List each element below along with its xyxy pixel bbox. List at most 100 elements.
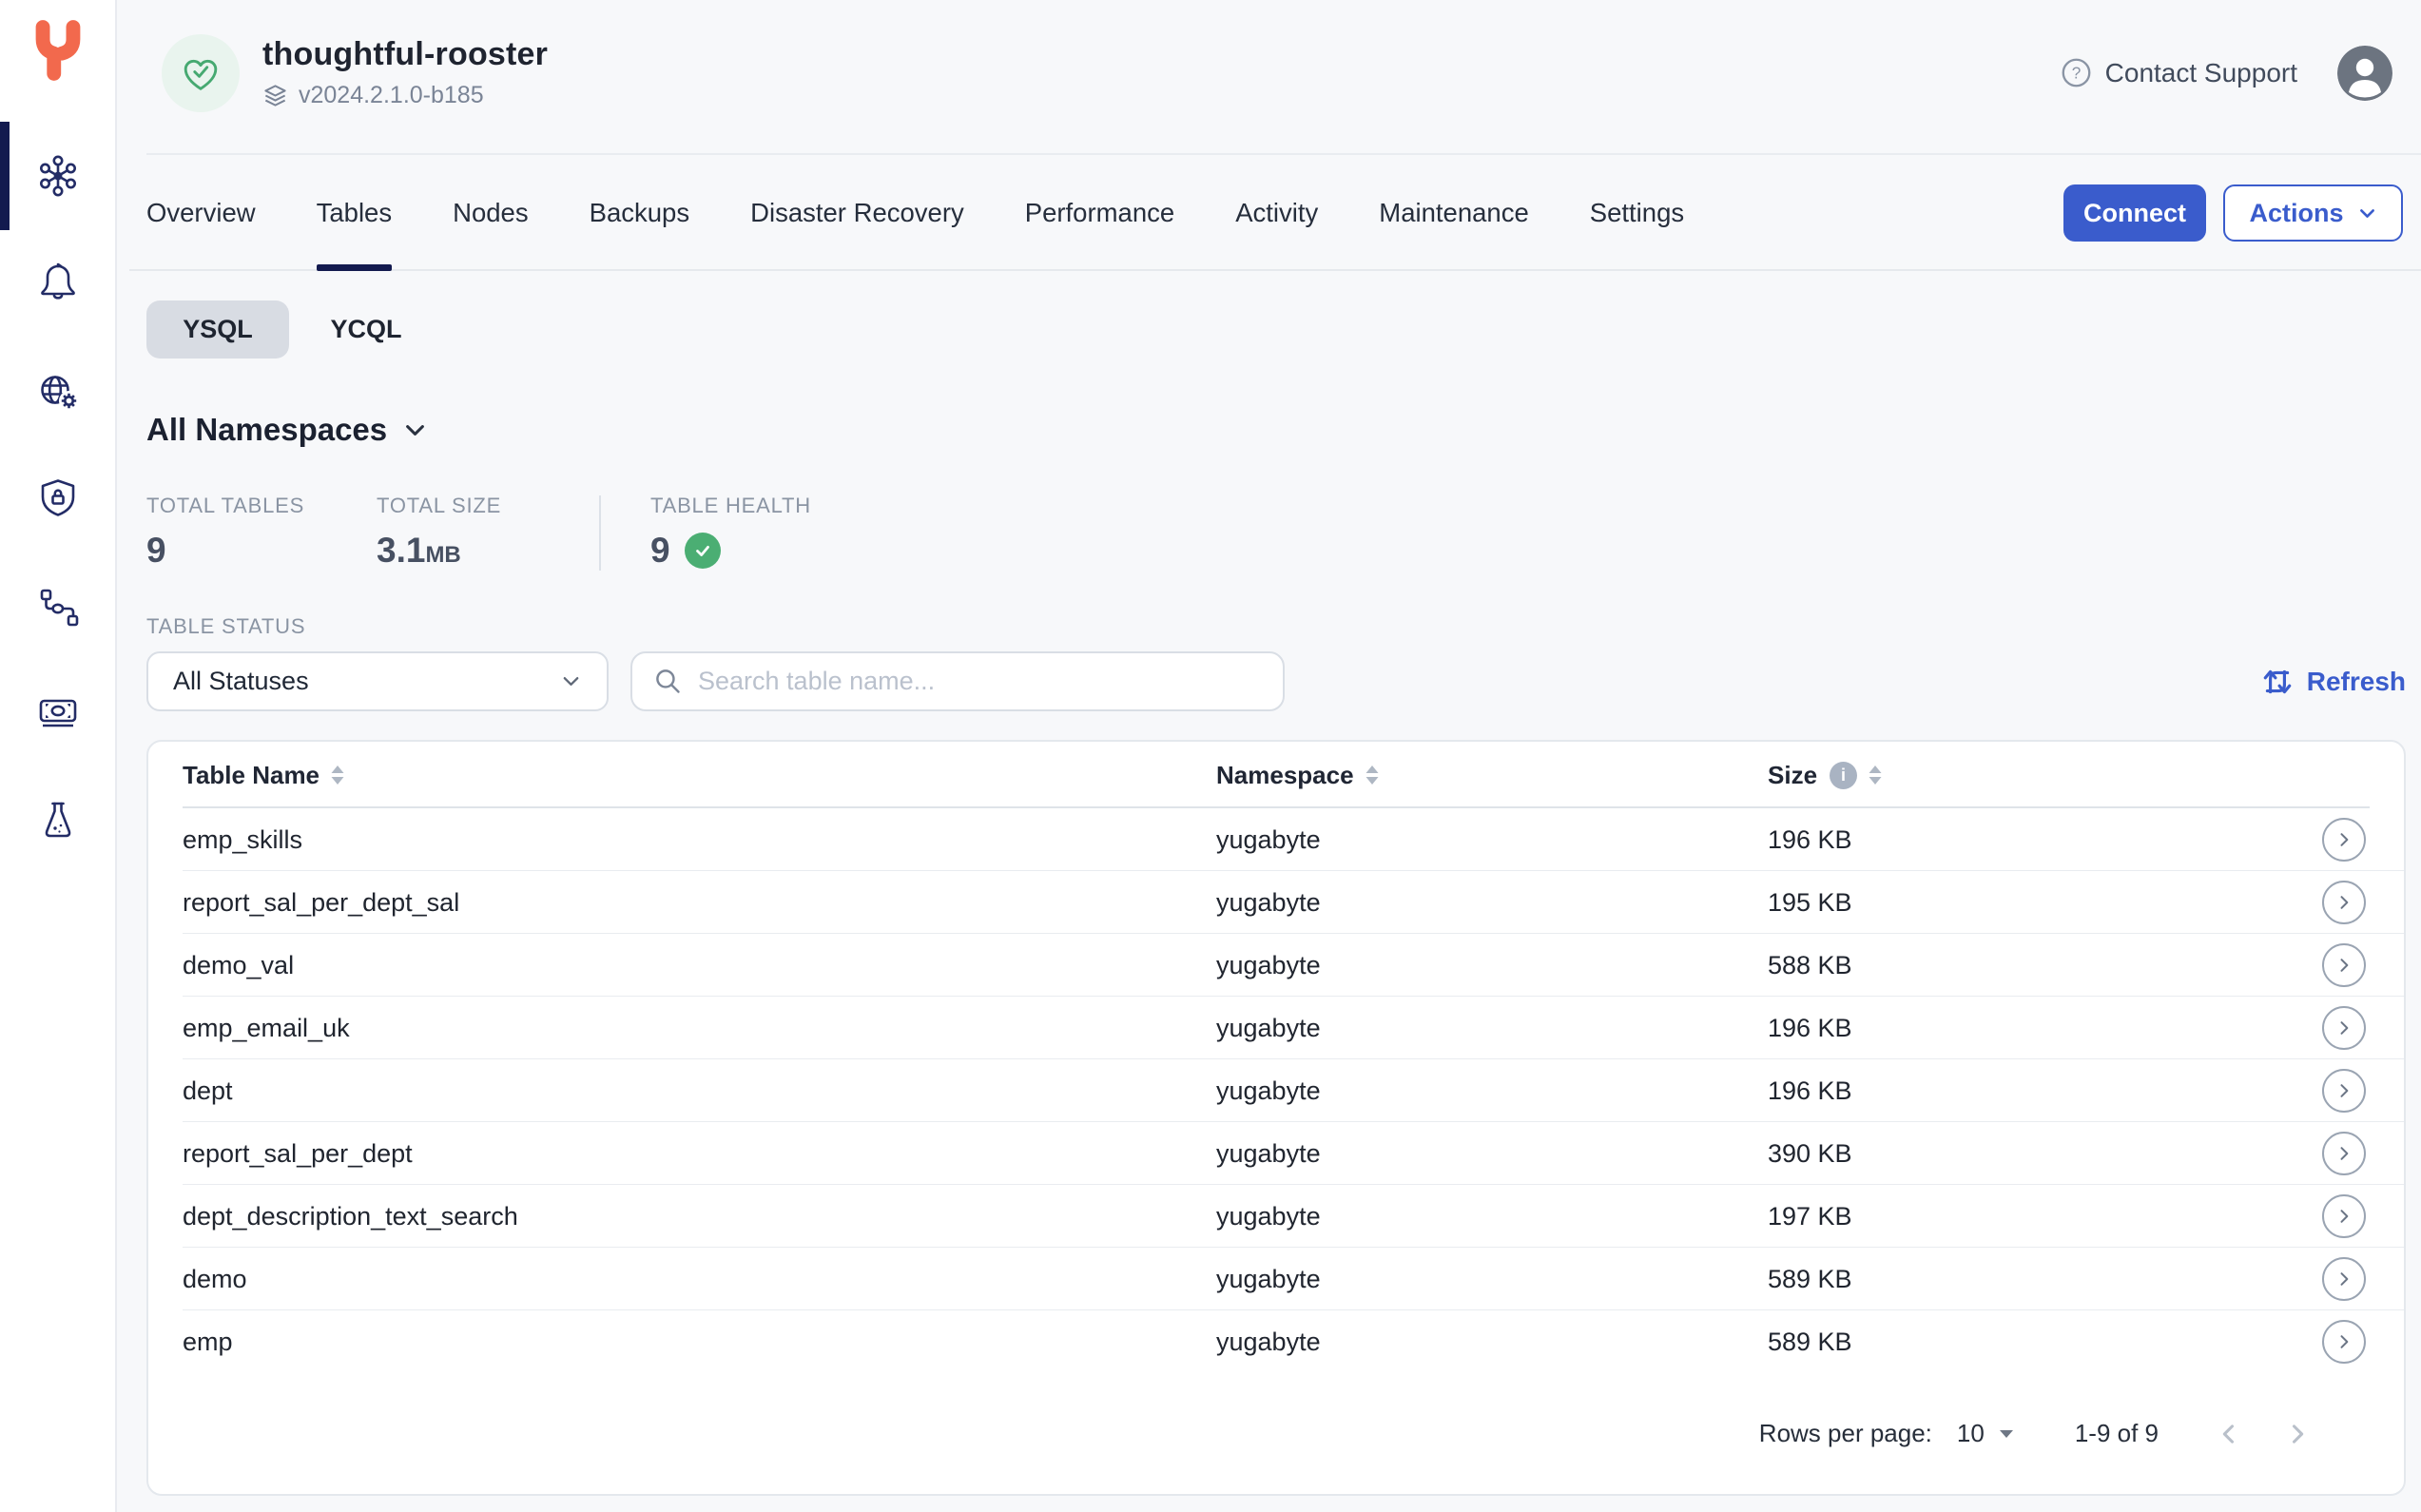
stat-total-tables: TOTAL TABLES 9 <box>146 494 377 571</box>
cell-table-name: report_sal_per_dept_sal <box>183 888 1216 918</box>
stat-value: 3.1MB <box>377 531 573 571</box>
sidebar <box>0 0 117 1512</box>
table-row[interactable]: dept yugabyte 196 KB <box>148 1059 2404 1122</box>
search-icon <box>653 667 683 696</box>
connect-button[interactable]: Connect <box>2063 184 2206 242</box>
toggle-ycql[interactable]: YCQL <box>295 300 437 359</box>
info-icon[interactable]: i <box>1830 762 1857 789</box>
cell-size: 588 KB <box>1768 951 2252 980</box>
table-row[interactable]: report_sal_per_dept yugabyte 390 KB <box>148 1122 2404 1185</box>
namespace-selector-label: All Namespaces <box>146 412 387 448</box>
topbar-right: ? Contact Support <box>2061 46 2392 101</box>
table-row[interactable]: demo yugabyte 589 KB <box>148 1248 2404 1310</box>
cluster-tabs: Overview Tables Nodes Backups Disaster R… <box>146 155 1684 271</box>
next-page-button[interactable] <box>2284 1421 2311 1447</box>
sidebar-item-clusters[interactable] <box>0 146 115 205</box>
chevron-right-icon <box>2284 1421 2311 1447</box>
chevron-right-icon <box>2334 893 2353 912</box>
sort-arrows-icon <box>1868 765 1883 785</box>
status-select-value: All Statuses <box>173 667 309 696</box>
cell-namespace: yugabyte <box>1216 1265 1768 1294</box>
tab-backups[interactable]: Backups <box>590 155 689 271</box>
table-header-row: Table Name Namespace Size i <box>148 742 2404 808</box>
tab-tables[interactable]: Tables <box>317 155 393 271</box>
table-row[interactable]: emp_skills yugabyte 196 KB <box>148 808 2404 871</box>
row-expand-button[interactable] <box>2322 1069 2366 1113</box>
filter-row: All Statuses <box>146 651 2406 711</box>
stat-table-health: TABLE HEALTH 9 <box>650 494 811 571</box>
previous-page-button[interactable] <box>2216 1421 2242 1447</box>
tab-performance[interactable]: Performance <box>1025 155 1174 271</box>
cell-size: 390 KB <box>1768 1139 2252 1169</box>
row-expand-button[interactable] <box>2322 1320 2366 1364</box>
contact-support-label: Contact Support <box>2105 58 2297 88</box>
column-header-table-name[interactable]: Table Name <box>183 761 1216 790</box>
row-expand-button[interactable] <box>2322 1006 2366 1050</box>
contact-support-link[interactable]: ? Contact Support <box>2061 57 2297 88</box>
cluster-network-icon <box>35 153 81 199</box>
workflow-icon <box>35 584 81 630</box>
tables-card: Table Name Namespace Size i <box>146 740 2406 1496</box>
rows-per-page-select[interactable]: 10 <box>1957 1419 2014 1448</box>
chevron-right-icon <box>2334 1332 2353 1351</box>
sidebar-item-billing[interactable] <box>0 682 115 741</box>
column-header-size[interactable]: Size i <box>1768 761 2252 790</box>
tab-settings[interactable]: Settings <box>1590 155 1684 271</box>
chevron-down-icon <box>402 417 428 443</box>
table-row[interactable]: dept_description_text_search yugabyte 19… <box>148 1185 2404 1248</box>
tab-disaster-recovery[interactable]: Disaster Recovery <box>750 155 964 271</box>
pagination-range: 1-9 of 9 <box>2075 1419 2159 1448</box>
yugabyte-logo[interactable] <box>26 19 90 84</box>
toggle-ysql[interactable]: YSQL <box>146 300 289 359</box>
tables-stats: TOTAL TABLES 9 TOTAL SIZE 3.1MB TABLE HE… <box>146 494 2406 571</box>
row-expand-button[interactable] <box>2322 1257 2366 1301</box>
row-expand-button[interactable] <box>2322 881 2366 924</box>
topbar: thoughtful-rooster v2024.2.1.0-b185 <box>117 0 2421 155</box>
chevron-left-icon <box>2216 1421 2242 1447</box>
sidebar-item-alerts[interactable] <box>0 251 115 310</box>
chevron-right-icon <box>2334 1144 2353 1163</box>
money-icon <box>35 688 81 734</box>
pagination: Rows per page: 10 1-9 of 9 <box>148 1373 2404 1494</box>
app-root: thoughtful-rooster v2024.2.1.0-b185 <box>0 0 2421 1512</box>
table-row[interactable]: emp_email_uk yugabyte 196 KB <box>148 997 2404 1059</box>
flask-icon <box>35 797 81 843</box>
layers-icon <box>262 83 288 108</box>
sidebar-item-network-regions[interactable] <box>0 362 115 421</box>
table-row[interactable]: report_sal_per_dept_sal yugabyte 195 KB <box>148 871 2404 934</box>
cluster-name: thoughtful-rooster <box>262 36 548 73</box>
check-circle-icon <box>685 533 721 569</box>
namespace-selector[interactable]: All Namespaces <box>146 412 428 448</box>
sidebar-item-labs[interactable] <box>0 790 115 849</box>
actions-button[interactable]: Actions <box>2223 184 2403 242</box>
row-expand-button[interactable] <box>2322 1132 2366 1175</box>
cell-table-name: emp <box>183 1328 1216 1357</box>
caret-down-icon <box>1999 1429 2014 1439</box>
bell-icon <box>35 258 81 303</box>
table-row[interactable]: demo_val yugabyte 588 KB <box>148 934 2404 997</box>
cell-namespace: yugabyte <box>1216 1014 1768 1043</box>
stat-label: TOTAL SIZE <box>377 494 573 518</box>
sidebar-item-security[interactable] <box>0 468 115 527</box>
tab-maintenance[interactable]: Maintenance <box>1379 155 1528 271</box>
search-box <box>630 651 1285 711</box>
status-select[interactable]: All Statuses <box>146 651 609 711</box>
refresh-button[interactable]: Refresh <box>2260 665 2406 699</box>
cell-size: 196 KB <box>1768 825 2252 855</box>
chevron-right-icon <box>2334 1081 2353 1100</box>
table-row[interactable]: emp yugabyte 589 KB <box>148 1310 2404 1373</box>
tab-activity[interactable]: Activity <box>1235 155 1318 271</box>
search-input[interactable] <box>698 667 1262 696</box>
cell-namespace: yugabyte <box>1216 1139 1768 1169</box>
row-expand-button[interactable] <box>2322 943 2366 987</box>
sidebar-item-integrations[interactable] <box>0 577 115 636</box>
stat-label: TABLE HEALTH <box>650 494 811 518</box>
tab-nodes[interactable]: Nodes <box>453 155 529 271</box>
row-expand-button[interactable] <box>2322 1194 2366 1238</box>
stats-divider <box>599 495 601 571</box>
user-avatar[interactable] <box>2337 46 2392 101</box>
tab-overview[interactable]: Overview <box>146 155 256 271</box>
chevron-down-icon <box>2357 204 2377 223</box>
column-header-namespace[interactable]: Namespace <box>1216 761 1768 790</box>
row-expand-button[interactable] <box>2322 818 2366 862</box>
